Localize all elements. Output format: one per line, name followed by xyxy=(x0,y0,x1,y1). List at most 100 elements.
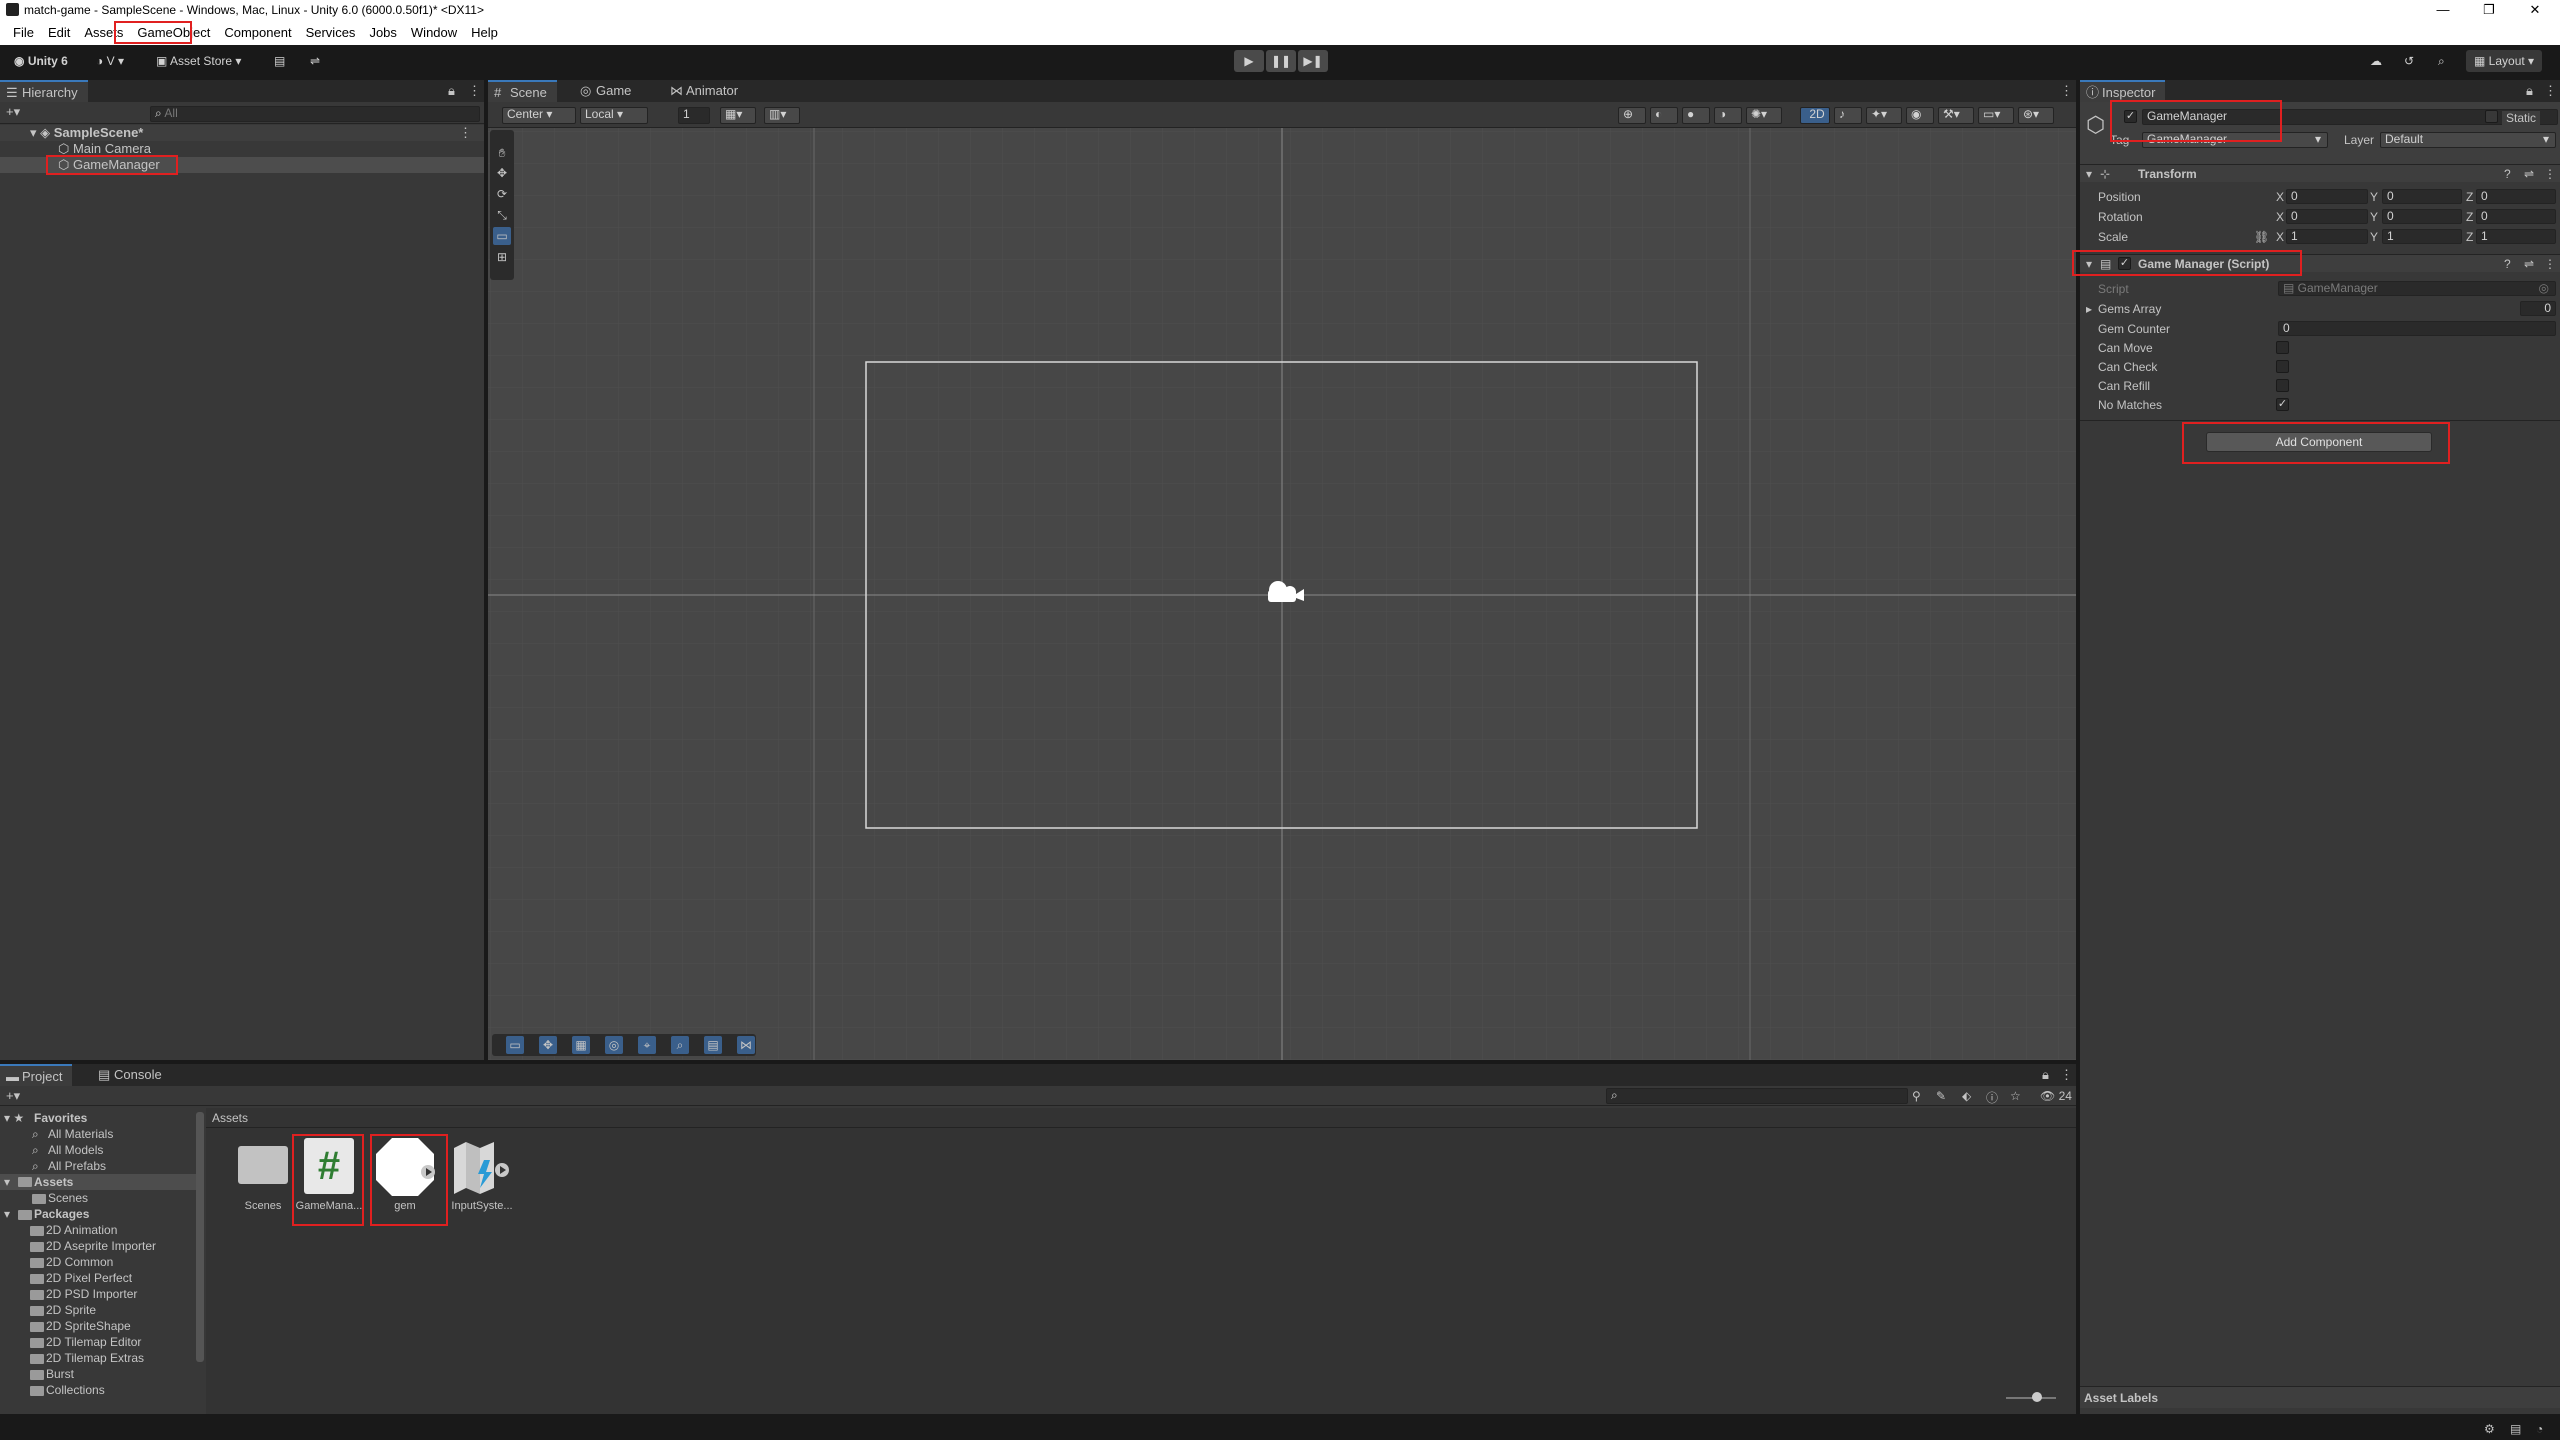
space-dropdown[interactable]: Local ▾ xyxy=(580,107,648,124)
no-matches-checkbox[interactable]: ✓ xyxy=(2276,398,2289,411)
tab-scene[interactable]: # Scene xyxy=(488,80,557,102)
effects-dropdown[interactable]: ✺▾ xyxy=(1746,107,1782,124)
more-icon[interactable]: ⋮ xyxy=(2544,167,2556,181)
rotation-y-input[interactable]: 0 xyxy=(2382,209,2462,224)
debug-icon[interactable]: ⚙ xyxy=(2484,1422,2495,1436)
menu-jobs[interactable]: Jobs xyxy=(362,20,403,45)
menu-component[interactable]: Component xyxy=(217,20,298,45)
menu-file[interactable]: File xyxy=(6,20,41,45)
scene-canvas[interactable]: ✋︎ ✥ ⟳ ⤡ ▭ ⊞ ▭ ✥ ▦ ◎ ⌖ ⌕ ▤ ⋈ xyxy=(488,128,2076,1060)
package-item[interactable]: 2D Animation xyxy=(46,1223,117,1237)
package-item[interactable]: Burst xyxy=(46,1367,74,1381)
grid-snap-dropdown[interactable]: ▦▾ xyxy=(720,107,756,124)
render-icon[interactable]: ◑ xyxy=(1714,107,1742,124)
package-item[interactable]: 2D PSD Importer xyxy=(46,1287,137,1301)
packages-label[interactable]: Packages xyxy=(34,1207,89,1221)
rotation-x-input[interactable]: 0 xyxy=(2286,209,2368,224)
layer-dropdown[interactable]: Default ▾ xyxy=(2380,132,2556,148)
more-icon[interactable]: ⋮ xyxy=(2544,257,2556,271)
increment-snap-dropdown[interactable]: ▥▾ xyxy=(764,107,800,124)
preset-icon[interactable]: ⇌ xyxy=(2524,257,2534,271)
scale-y-input[interactable]: 1 xyxy=(2382,229,2462,244)
favorite-icon[interactable]: ☆ xyxy=(2010,1089,2021,1103)
menu-gameobject[interactable]: GameObject xyxy=(130,20,217,45)
scale-tool-icon[interactable]: ⤡ xyxy=(493,206,511,224)
paint-icon[interactable]: ▦ xyxy=(572,1036,590,1054)
tilemap-select-icon[interactable]: ▭ xyxy=(506,1036,524,1054)
tools-dropdown[interactable]: ⚒▾ xyxy=(1938,107,1974,124)
more-icon[interactable]: ⋮ xyxy=(2544,83,2557,99)
version-control-icon[interactable]: ▤ xyxy=(266,50,293,72)
asset-store-button[interactable]: ▣ Asset Store ▾ xyxy=(148,50,249,72)
hierarchy-item-main-camera[interactable]: ⬡ Main Camera xyxy=(0,141,484,157)
rotate-tool-icon[interactable]: ⟳ xyxy=(493,185,511,203)
package-item[interactable]: 2D Pixel Perfect xyxy=(46,1271,132,1285)
fill-icon[interactable]: ⋈ xyxy=(737,1036,755,1054)
collab-icon[interactable]: ⇌ xyxy=(302,50,328,72)
package-item[interactable]: 2D Common xyxy=(46,1255,113,1269)
grid-size-input[interactable]: 1 xyxy=(678,107,710,124)
package-item[interactable]: 2D Aseprite Importer xyxy=(46,1239,156,1253)
preset-icon[interactable]: ⇌ xyxy=(2524,167,2534,181)
can-move-checkbox[interactable] xyxy=(2276,341,2289,354)
favorite-item[interactable]: All Prefabs xyxy=(48,1159,106,1173)
asset-labels-bar[interactable]: Asset Labels xyxy=(2080,1386,2560,1408)
transform-header[interactable]: ▾ ⊹ Transform ? ⇌ ⋮ xyxy=(2080,164,2560,182)
asset-scenes-folder[interactable]: Scenes xyxy=(228,1136,298,1226)
transform-tool-icon[interactable]: ⊞ xyxy=(493,248,511,266)
play-button[interactable]: ▶ xyxy=(1234,50,1264,72)
label-icon[interactable]: ⬖ xyxy=(1962,1089,1971,1103)
lock-icon[interactable]: 🔒︎ xyxy=(2526,83,2533,99)
hidden-packages-icon[interactable]: 👁︎ 24 xyxy=(2040,1089,2072,1103)
rotation-z-input[interactable]: 0 xyxy=(2476,209,2556,224)
rect-tool-icon[interactable]: ▭ xyxy=(493,227,511,245)
layout-dropdown[interactable]: ▦ Layout ▾ xyxy=(2466,50,2543,72)
audio-icon[interactable]: ♪ xyxy=(1834,107,1862,124)
search-by-type-icon[interactable]: ⚲ xyxy=(1912,1089,1921,1103)
lock-icon[interactable]: 🔒︎ xyxy=(448,83,455,99)
gem-counter-input[interactable]: 0 xyxy=(2278,321,2556,336)
menu-help[interactable]: Help xyxy=(464,20,505,45)
lock-icon[interactable]: 🔒︎ xyxy=(2042,1067,2049,1083)
notification-icon[interactable]: ▤ xyxy=(2510,1422,2521,1436)
asset-gamemanager-script[interactable]: # GameMana... xyxy=(294,1136,364,1226)
step-button[interactable]: ▶❚ xyxy=(1298,50,1328,72)
hierarchy-search-input[interactable]: ⌕ All xyxy=(150,106,480,122)
maximize-button[interactable]: ❐ xyxy=(2466,0,2512,20)
package-item[interactable]: 2D Tilemap Extras xyxy=(46,1351,144,1365)
package-item[interactable]: 2D Tilemap Editor xyxy=(46,1335,141,1349)
assets-tree-item[interactable]: ▾ Assets xyxy=(0,1174,196,1190)
component-enabled-checkbox[interactable]: ✓ xyxy=(2118,257,2131,270)
link-icon[interactable]: ⛓︎ xyxy=(2254,230,2269,244)
scene-row[interactable]: ▾ ◈ SampleScene* ⋮ xyxy=(0,125,484,141)
scale-x-input[interactable]: 1 xyxy=(2286,229,2368,244)
package-item[interactable]: 2D SpriteShape xyxy=(46,1319,131,1333)
scenes-tree-item[interactable]: Scenes xyxy=(48,1191,88,1205)
package-item[interactable]: 2D Sprite xyxy=(46,1303,96,1317)
cloud-icon[interactable]: ☁ xyxy=(2362,50,2390,72)
expand-arrow-icon[interactable]: ▸ xyxy=(2086,302,2092,316)
tilemap-move-icon[interactable]: ✥ xyxy=(539,1036,557,1054)
position-z-input[interactable]: 0 xyxy=(2476,189,2556,204)
hierarchy-item-gamemanager[interactable]: ⬡ GameManager xyxy=(0,157,484,173)
collapse-arrow-icon[interactable]: ▾ ★ xyxy=(4,1111,24,1125)
add-component-button[interactable]: Add Component xyxy=(2206,432,2432,452)
add-icon[interactable]: +▾ xyxy=(6,1088,20,1104)
picker-icon[interactable]: ⌖ xyxy=(638,1036,656,1054)
breadcrumb[interactable]: Assets xyxy=(212,1111,248,1125)
active-checkbox[interactable]: ✓ xyxy=(2124,110,2137,123)
unity-account-button[interactable]: ◉ Unity 6 xyxy=(6,50,76,72)
tab-inspector[interactable]: ⓘ Inspector xyxy=(2080,80,2166,102)
visibility-icon[interactable]: ◉ xyxy=(1906,107,1934,124)
gems-array-size-input[interactable]: 0 xyxy=(2520,301,2556,316)
pause-button[interactable]: ❚❚ xyxy=(1266,50,1296,72)
camera-dropdown[interactable]: ▭▾ xyxy=(1978,107,2014,124)
box-fill-icon[interactable]: ◎ xyxy=(605,1036,623,1054)
pivot-dropdown[interactable]: Center ▾ xyxy=(502,107,576,124)
lighting-icon[interactable]: ● xyxy=(1682,107,1710,124)
search-icon[interactable]: ⌕ xyxy=(2430,50,2453,72)
shading-icon[interactable]: ◐ xyxy=(1650,107,1678,124)
fx-dropdown[interactable]: ✦▾ xyxy=(1866,107,1902,124)
icon-size-slider-handle[interactable] xyxy=(2032,1392,2042,1402)
menu-window[interactable]: Window xyxy=(404,20,464,45)
